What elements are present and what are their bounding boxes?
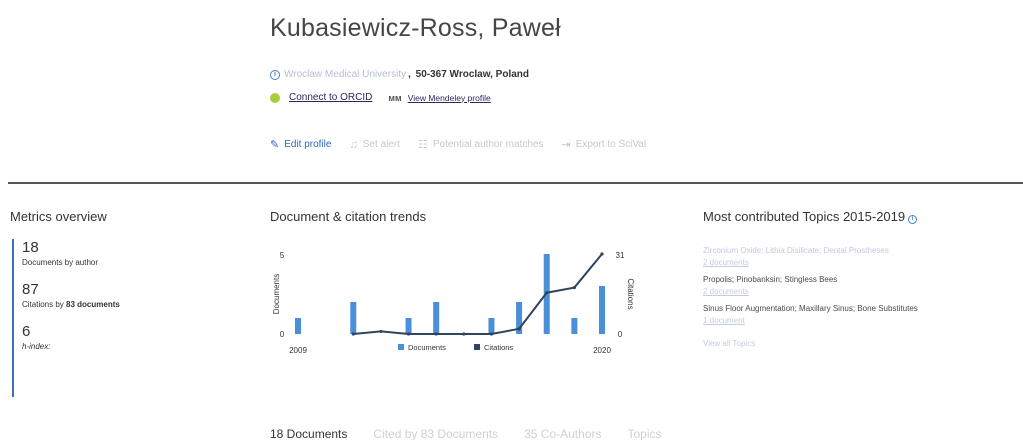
orcid-icon — [270, 92, 280, 103]
topic-name[interactable]: Zirconium Oxide; Lithia Disilicate; Dent… — [703, 245, 1003, 257]
export-scival-label: Export to SciVal — [575, 139, 647, 150]
topics-title: Most contributed Topics 2015-2019 i — [703, 209, 918, 224]
hindex-value: 6 — [22, 323, 31, 340]
y-right-tick-max: 31 — [616, 251, 625, 260]
tab-cited-by[interactable]: Cited by 83 Documents — [373, 427, 498, 440]
mendeley-icon: ᴍᴍ — [388, 92, 402, 103]
topic-name[interactable]: Sinus Floor Augmentation; Maxillary Sinu… — [703, 303, 1003, 315]
topic-item: Propolis; Pinobanksin; Stingless Bees 2 … — [703, 274, 1003, 298]
citations-point — [406, 332, 411, 336]
citations-label-docs: 83 documents — [66, 300, 120, 309]
citations-point — [434, 332, 438, 336]
metrics-title: Metrics overview — [10, 209, 107, 224]
metric-hindex[interactable]: 6 h-index: — [22, 323, 162, 351]
tab-documents[interactable]: 18 Documents — [270, 427, 347, 440]
legend-documents-swatch — [398, 344, 404, 350]
citations-label-prefix: Citations by — [22, 300, 67, 309]
documents-bar — [295, 318, 301, 334]
x-tick-end: 2020 — [593, 346, 611, 355]
bell-icon: ♫ — [349, 138, 358, 151]
citations-point — [545, 291, 549, 295]
set-alert-button[interactable]: ♫ Set alert — [349, 139, 400, 151]
export-scival-button[interactable]: ⇥ Export to SciVal — [561, 138, 646, 151]
potential-author-matches-label: Potential author matches — [432, 139, 544, 150]
info-icon[interactable]: i — [270, 69, 280, 80]
documents-bar — [405, 318, 412, 334]
legend-citations-label: Citations — [484, 343, 513, 352]
tab-topics[interactable]: Topics — [627, 427, 661, 440]
citations-count: 87 — [22, 281, 39, 298]
topics-title-text: Most contributed Topics 2015-2019 — [703, 209, 906, 224]
affiliation: i Wroclaw Medical University , 50-367 Wr… — [270, 69, 529, 80]
set-alert-label: Set alert — [362, 139, 400, 150]
citations-point — [517, 327, 521, 331]
topics-info-icon[interactable]: i — [908, 215, 918, 224]
y-left-tick-min: 0 — [280, 330, 285, 339]
documents-count: 18 — [22, 239, 39, 256]
y-left-axis-label: Documents — [272, 274, 281, 314]
y-right-tick-min: 0 — [618, 330, 623, 339]
trends-title: Document & citation trends — [270, 209, 427, 224]
hindex-label: h-index: — [22, 342, 162, 351]
topics-list: Zirconium Oxide; Lithia Disilicate; Dent… — [703, 245, 1003, 348]
x-tick-start: 2009 — [289, 346, 307, 355]
trends-chart-svg: 5 0 31 0 Documents Citations 2009 2020 Documents… — [272, 251, 635, 355]
y-left-tick-max: 5 — [280, 251, 285, 260]
metric-documents[interactable]: 18 Documents by author — [22, 239, 162, 267]
citations-point — [379, 329, 383, 334]
affiliation-location-prefix: , — [408, 69, 414, 80]
topic-name[interactable]: Propolis; Pinobanksin; Stingless Bees — [703, 274, 1003, 286]
citations-label: Citations by 83 documents — [22, 300, 162, 309]
section-divider — [8, 182, 1023, 184]
topic-count-link[interactable]: 2 documents — [703, 286, 1003, 298]
topic-count-link[interactable]: 2 documents — [703, 257, 1003, 269]
documents-bar — [571, 318, 578, 334]
metrics-overview: 18 Documents by author 87 Citations by 8… — [12, 239, 162, 397]
y-right-axis-label: Citations — [626, 278, 635, 309]
documents-bar — [488, 318, 495, 334]
edit-profile-button[interactable]: ✎ Edit profile — [270, 138, 331, 151]
export-icon: ⇥ — [561, 139, 571, 151]
affiliation-institution[interactable]: Wroclaw Medical University — [284, 69, 406, 80]
pencil-icon: ✎ — [270, 139, 280, 151]
citations-point — [462, 332, 466, 336]
view-all-topics-link[interactable]: View all Topics — [703, 339, 1003, 348]
documents-bar — [350, 302, 357, 334]
people-icon: ☷ — [417, 139, 428, 151]
legend-documents-label: Documents — [408, 343, 446, 352]
author-name: Kubasiewicz-Ross, Paweł — [270, 14, 561, 42]
profile-links: Connect to ORCID ᴍᴍ View Mendeley profil… — [270, 92, 491, 103]
results-tabs: 18 Documents Cited by 83 Documents 35 Co… — [270, 427, 688, 440]
documents-label: Documents by author — [22, 258, 99, 267]
affiliation-location: 50-367 Wroclaw, Poland — [415, 69, 530, 80]
edit-profile-label: Edit profile — [284, 139, 332, 150]
legend-citations-swatch — [474, 344, 480, 350]
citations-line — [353, 253, 603, 335]
hindex-label-text: h-index: — [22, 342, 51, 351]
citations-point — [351, 332, 355, 336]
documents-bar — [433, 302, 440, 334]
topic-item: Sinus Floor Augmentation; Maxillary Sinu… — [703, 303, 1003, 327]
potential-author-matches-button[interactable]: ☷ Potential author matches — [418, 138, 544, 151]
citations-point — [572, 285, 576, 290]
topic-count-link[interactable]: 1 document — [703, 315, 1003, 327]
citations-point — [489, 332, 494, 336]
view-mendeley-link[interactable]: View Mendeley profile — [408, 93, 491, 103]
documents-bar — [599, 286, 605, 334]
profile-actions: ✎ Edit profile ♫ Set alert ☷ Potential a… — [270, 138, 664, 152]
tab-co-authors[interactable]: 35 Co-Authors — [524, 427, 601, 440]
metric-citations[interactable]: 87 Citations by 83 documents — [22, 281, 162, 309]
citations-point — [600, 252, 604, 256]
connect-orcid-link[interactable]: Connect to ORCID — [289, 92, 372, 103]
topic-item: Zirconium Oxide; Lithia Disilicate; Dent… — [703, 245, 1003, 269]
citation-trends-chart: 5 0 31 0 Documents Citations 2009 2020 Documents… — [262, 238, 642, 368]
